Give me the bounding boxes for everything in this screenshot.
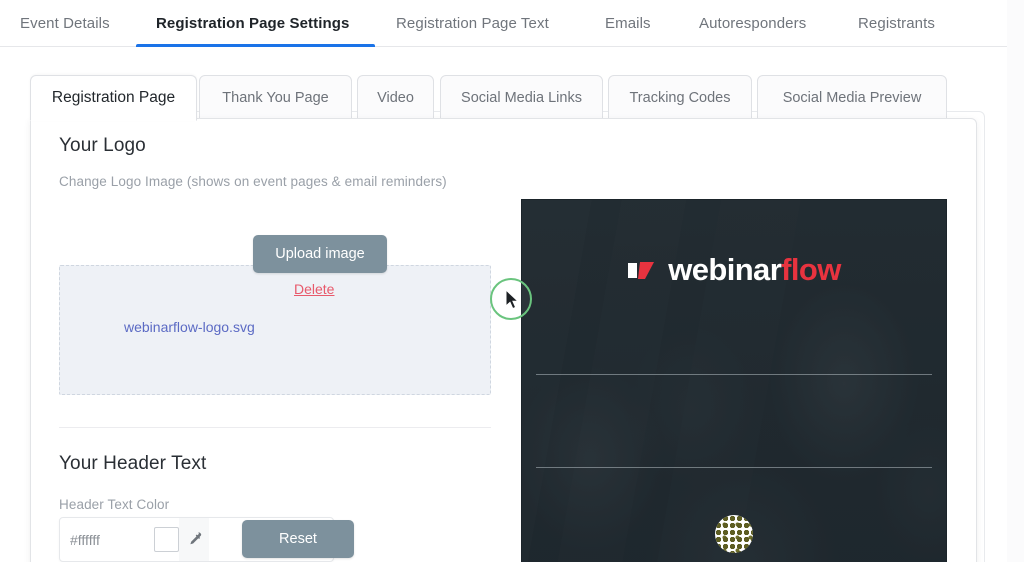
section-divider — [59, 427, 491, 428]
primary-tab-registration-page-settings[interactable]: Registration Page Settings — [156, 0, 350, 47]
primary-tab-autoresponders[interactable]: Autoresponders — [699, 0, 817, 47]
primary-tab-registration-page-text[interactable]: Registration Page Text — [396, 0, 560, 47]
header-text-color-input[interactable] — [70, 531, 154, 548]
screen-root: Event Details Registration Page Settings R… — [0, 0, 1024, 562]
your-logo-heading: Your Logo — [59, 135, 146, 156]
header-text-color-label: Header Text Color — [59, 497, 170, 512]
settings-card: Your Logo Change Logo Image (shows on ev… — [30, 118, 977, 562]
preview-rule-top — [536, 374, 932, 375]
your-header-text-heading: Your Header Text — [59, 453, 207, 474]
upload-image-button[interactable]: Upload image — [253, 235, 387, 273]
logo-dropzone[interactable]: webinarflow-logo.svg — [59, 265, 491, 395]
secondary-tab-social-media-preview[interactable]: Social Media Preview — [757, 75, 947, 120]
registration-page-preview[interactable]: webinarflow — [521, 199, 947, 562]
eyedropper-icon[interactable] — [179, 518, 209, 561]
right-gutter — [1007, 0, 1024, 562]
reset-color-button[interactable]: Reset — [242, 520, 354, 558]
settings-card-body: Your Logo Change Logo Image (shows on ev… — [31, 119, 976, 562]
preview-rule-bottom — [536, 467, 932, 468]
preview-logo-accent: flow — [781, 252, 841, 287]
primary-tab-bar: Event Details Registration Page Settings R… — [0, 0, 1007, 48]
secondary-tab-registration-page[interactable]: Registration Page — [30, 75, 197, 121]
delete-logo-link[interactable]: Delete — [294, 281, 334, 297]
preview-loading-spinner — [715, 515, 753, 553]
primary-tab-list: Event Details Registration Page Settings R… — [0, 0, 1007, 48]
secondary-tab-tracking-codes[interactable]: Tracking Codes — [608, 75, 752, 120]
secondary-tab-social-media-links[interactable]: Social Media Links — [440, 75, 603, 120]
primary-tab-event-details[interactable]: Event Details — [20, 0, 111, 47]
primary-tab-emails[interactable]: Emails — [605, 0, 657, 47]
color-swatch[interactable] — [154, 527, 179, 552]
webinarflow-mark-icon — [628, 262, 655, 279]
primary-tab-registrants[interactable]: Registrants — [858, 0, 944, 47]
secondary-tab-thank-you-page[interactable]: Thank You Page — [199, 75, 352, 120]
mouse-cursor-icon — [505, 289, 520, 310]
header-text-color-control: Reset — [59, 517, 354, 562]
secondary-tab-video[interactable]: Video — [357, 75, 434, 120]
spinner-dot-pattern — [715, 515, 753, 553]
preview-logo-primary: webinar — [668, 252, 782, 287]
preview-logo-text: webinarflow — [668, 252, 841, 288]
logo-filename-link[interactable]: webinarflow-logo.svg — [124, 319, 255, 335]
preview-logo: webinarflow — [522, 252, 946, 288]
change-logo-image-label: Change Logo Image (shows on event pages … — [59, 174, 447, 189]
